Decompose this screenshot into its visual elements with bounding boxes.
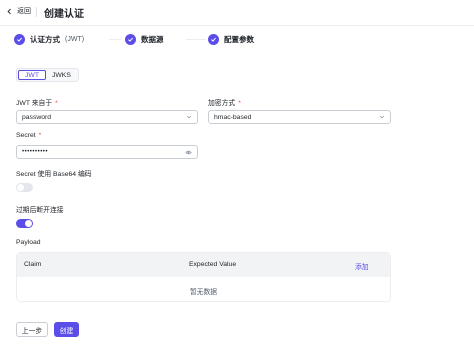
payload-table: Claim Expected Value 添加 暂无数据 (16, 252, 391, 302)
page-title: 创建认证 (44, 9, 84, 20)
empty-state: 暂无数据 (189, 289, 218, 296)
chevron-down-icon (186, 115, 192, 119)
column-claim: Claim (24, 261, 42, 268)
secret-label-text: Secret (16, 132, 36, 139)
payload-label: Payload (16, 239, 41, 246)
step-label: 数据源 (141, 35, 164, 44)
check-circle-icon (14, 34, 25, 45)
encrypt-label-text: 加密方式 (208, 100, 236, 107)
toggle-knob (25, 220, 32, 227)
step-sub: (JWT) (65, 36, 85, 43)
secret-input[interactable]: •••••••••• (16, 145, 198, 159)
column-expected-value: Expected Value (189, 261, 237, 268)
check-circle-icon (208, 34, 219, 45)
check-circle-icon (125, 34, 136, 45)
step-label: 认证方式 (30, 35, 60, 44)
tab-jwt[interactable]: JWT (18, 70, 46, 80)
chevron-left-icon (7, 8, 11, 14)
encrypt-select[interactable]: hmac-based (208, 110, 391, 124)
create-button[interactable]: 创建 (54, 322, 79, 337)
base64-label: Secret 使用 Base64 编码 (16, 171, 92, 178)
back-label: 返回 (17, 8, 31, 15)
table-header: Claim Expected Value 添加 (17, 253, 390, 277)
tab-jwks[interactable]: JWKS (46, 70, 77, 80)
required-mark: * (238, 100, 241, 107)
back-button[interactable]: 返回 (6, 6, 31, 16)
expire-toggle[interactable] (16, 219, 33, 228)
required-mark: * (55, 100, 58, 107)
base64-toggle[interactable] (16, 183, 33, 192)
step-label: 配置参数 (224, 35, 254, 44)
jwt-source-value: password (22, 113, 52, 121)
jwt-source-label-text: JWT 来自于 (16, 100, 53, 107)
auth-type-switch: JWT JWKS (16, 68, 79, 82)
required-mark: * (38, 132, 42, 139)
step-connector (186, 39, 206, 40)
encrypt-value: hmac-based (214, 113, 252, 121)
table-body: 暂无数据 (17, 277, 390, 301)
top-bar: 返回 创建认证 (0, 0, 474, 26)
step-data-source: 数据源 (125, 34, 164, 45)
expire-label: 过期后断开连接 (16, 207, 64, 214)
encrypt-label: 加密方式 * (208, 97, 241, 107)
steps-bar: 认证方式 (JWT) 数据源 配置参数 (14, 34, 458, 50)
step-auth-method: 认证方式 (JWT) (14, 34, 84, 45)
step-config-params: 配置参数 (208, 34, 254, 45)
toggle-knob (17, 184, 24, 191)
chevron-down-icon (379, 115, 385, 119)
step-connector (109, 39, 121, 40)
eye-icon[interactable] (185, 149, 192, 156)
secret-value: •••••••••• (22, 149, 49, 155)
add-claim-link[interactable]: 添加 (355, 261, 369, 271)
header-divider (36, 7, 37, 17)
jwt-source-select[interactable]: password (16, 110, 198, 124)
prev-button[interactable]: 上一步 (16, 322, 48, 337)
secret-label: Secret * (16, 132, 41, 139)
jwt-source-label: JWT 来自于 * (16, 97, 58, 107)
